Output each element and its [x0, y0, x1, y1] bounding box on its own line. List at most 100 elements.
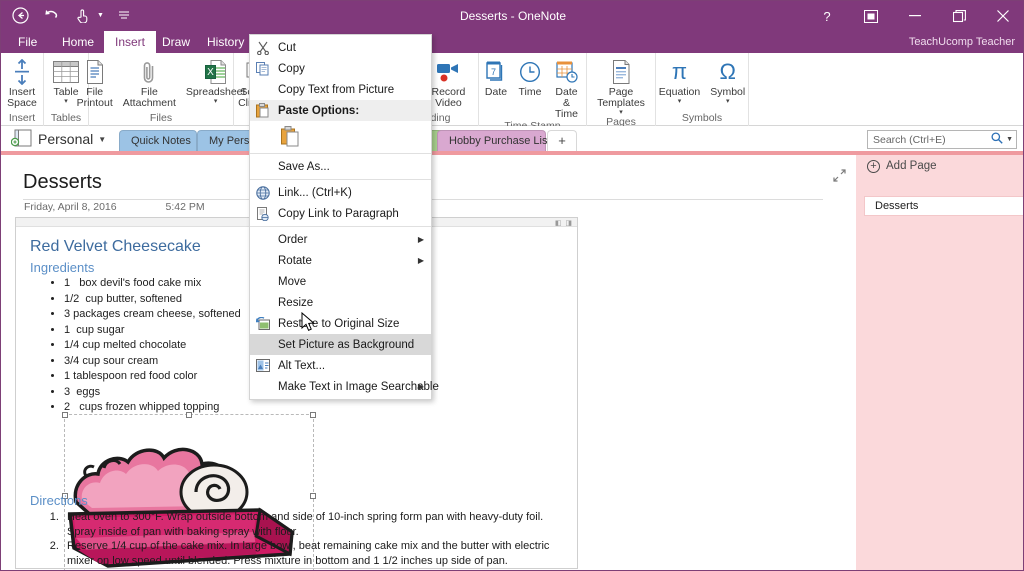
page-templates-dropdown-icon[interactable]: ▾ [619, 109, 623, 116]
menu-item-save-as[interactable]: Save As... [250, 156, 431, 177]
page-templates-button[interactable]: Page Templates ▾ [592, 56, 650, 116]
symbol-icon: Ω [719, 59, 736, 84]
account-name[interactable]: TeachUcomp Teacher [909, 33, 1015, 51]
search-scope-caret-icon[interactable]: ▼ [1006, 136, 1013, 143]
menu-item-link[interactable]: Link... (Ctrl+K) [250, 182, 431, 203]
sidebar-item-hobby-purchase-list[interactable]: Hobby Purchase List [437, 130, 551, 152]
notebook-section-bar: Personal ▼ Quick Notes My Personal Info … [1, 126, 1023, 152]
page-list-pane: + Add Page Desserts [856, 155, 1023, 570]
expand-page-icon[interactable] [833, 169, 846, 185]
page-time: 5:42 PM [165, 201, 205, 213]
group-label-files: Files [149, 112, 173, 124]
paste-icon [254, 102, 272, 119]
help-icon[interactable]: ? [805, 1, 849, 31]
symbol-dropdown-icon[interactable]: ▾ [726, 98, 730, 105]
record-video-icon [436, 58, 460, 86]
menu-item-move[interactable]: Move [250, 271, 431, 292]
file-attachment-button[interactable]: File Attachment [118, 56, 181, 109]
menu-item-resize[interactable]: Resize [250, 292, 431, 313]
menu-item-copy-link-to-paragraph[interactable]: Copy Link to Paragraph [250, 203, 431, 224]
close-icon[interactable] [981, 1, 1023, 31]
search-input[interactable]: Search (Ctrl+E) ▼ [867, 130, 1017, 149]
add-section-button[interactable]: + [547, 130, 577, 152]
spreadsheet-dropdown-icon[interactable]: ▾ [214, 98, 218, 105]
ribbon-group-insert: Insert Space Insert [1, 53, 44, 126]
group-label-tables: Tables [50, 112, 82, 124]
equation-dropdown-icon[interactable]: ▾ [678, 98, 682, 105]
menu-label: Set Picture as Background [278, 338, 415, 351]
menu-item-cut[interactable]: Cut [250, 37, 431, 58]
spreadsheet-icon: X [204, 58, 227, 86]
menu-item-alt-text[interactable]: Alt Text... [250, 355, 431, 376]
insert-space-button[interactable]: Insert Space [2, 56, 42, 109]
ribbon-group-symbols: π Equation ▾ Ω Symbol ▾ Symbols [656, 53, 749, 126]
picture-context-menu[interactable]: Cut Copy Copy Text from Picture Paste Op… [249, 34, 439, 400]
add-page-label: Add Page [886, 160, 937, 172]
equation-icon: π [671, 59, 688, 84]
menu-item-rotate[interactable]: Rotate ▶ [250, 250, 431, 271]
time-button[interactable]: Time [513, 56, 547, 98]
cut-icon [254, 39, 272, 56]
menu-item-set-picture-as-background[interactable]: Set Picture as Background [250, 334, 431, 355]
date-icon: 7 [485, 58, 507, 86]
tab-insert[interactable]: Insert [104, 31, 157, 53]
table-dropdown-icon[interactable]: ▾ [64, 98, 68, 105]
menu-separator [250, 153, 431, 154]
menu-item-order[interactable]: Order ▶ [250, 229, 431, 250]
directions-heading[interactable]: Directions [30, 493, 88, 508]
menu-item-restore-to-original-size[interactable]: Restore to Original Size [250, 313, 431, 334]
alt-text-icon [254, 357, 272, 374]
tab-draw[interactable]: Draw [151, 31, 201, 53]
note-container-grip-icon[interactable]: ◧ ◨ [555, 219, 573, 227]
copy-link-icon [254, 205, 272, 222]
add-page-button[interactable]: + Add Page [856, 155, 1023, 177]
menu-label: Copy Text from Picture [278, 83, 395, 96]
submenu-arrow-icon: ▶ [417, 256, 424, 265]
restore-size-icon [254, 315, 272, 332]
ingredients-heading[interactable]: Ingredients [30, 260, 94, 275]
symbol-button[interactable]: Ω Symbol ▾ [705, 56, 750, 105]
equation-button[interactable]: π Equation ▾ [654, 56, 705, 105]
minimize-icon[interactable] [893, 1, 937, 31]
ribbon-display-options-icon[interactable] [849, 1, 893, 31]
resize-handle[interactable] [62, 412, 68, 418]
menu-item-copy-text-from-picture[interactable]: Copy Text from Picture [250, 79, 431, 100]
resize-handle[interactable] [186, 412, 192, 418]
copy-icon [254, 60, 272, 77]
paste-keep-formatting-icon[interactable] [278, 123, 304, 149]
submenu-arrow-icon: ▶ [417, 382, 424, 391]
list-item[interactable]: Reserve 1/4 cup of the cake mix. In larg… [62, 539, 571, 568]
menu-item-copy[interactable]: Copy [250, 58, 431, 79]
date-time-button[interactable]: Date & Time [547, 56, 586, 120]
resize-handle[interactable] [310, 492, 316, 499]
sidebar-item-quick-notes[interactable]: Quick Notes [119, 130, 197, 152]
list-item[interactable]: Heat oven to 300°F. Wrap outside bottom … [62, 510, 571, 539]
search-icon[interactable] [991, 132, 1003, 147]
directions-list[interactable]: Heat oven to 300°F. Wrap outside bottom … [46, 510, 571, 570]
record-video-button[interactable]: Record Video [427, 56, 471, 109]
menu-item-make-text-in-image-searchable[interactable]: Make Text in Image Searchable ▶ [250, 376, 439, 397]
svg-text:X: X [207, 67, 214, 78]
resize-handle[interactable] [310, 412, 316, 418]
tab-file[interactable]: File [7, 31, 48, 53]
page-list-item-desserts[interactable]: Desserts [864, 196, 1023, 216]
group-label-symbols: Symbols [681, 112, 723, 124]
tab-home[interactable]: Home [51, 31, 105, 53]
recipe-title[interactable]: Red Velvet Cheesecake [30, 238, 201, 256]
file-attachment-icon [141, 58, 157, 86]
equation-label: Equation [658, 86, 701, 98]
group-label-insert: Insert [8, 112, 36, 124]
notebook-picker[interactable]: Personal ▼ [7, 128, 110, 150]
restore-icon[interactable] [937, 1, 981, 31]
paste-options-row [250, 121, 431, 151]
chevron-down-icon[interactable]: ▼ [98, 135, 106, 144]
date-button[interactable]: 7 Date [479, 56, 513, 98]
menu-label: Order [278, 233, 308, 246]
insert-space-icon [14, 58, 30, 86]
page-title[interactable]: Desserts [23, 171, 102, 194]
ribbon-group-pages: Page Templates ▾ Pages [587, 53, 656, 128]
file-printout-button[interactable]: File Printout [72, 56, 118, 109]
title-bar: ▼ Desserts - OneNote ? [1, 1, 1023, 31]
tab-history[interactable]: History [196, 31, 255, 53]
menu-label: Copy [278, 62, 305, 75]
